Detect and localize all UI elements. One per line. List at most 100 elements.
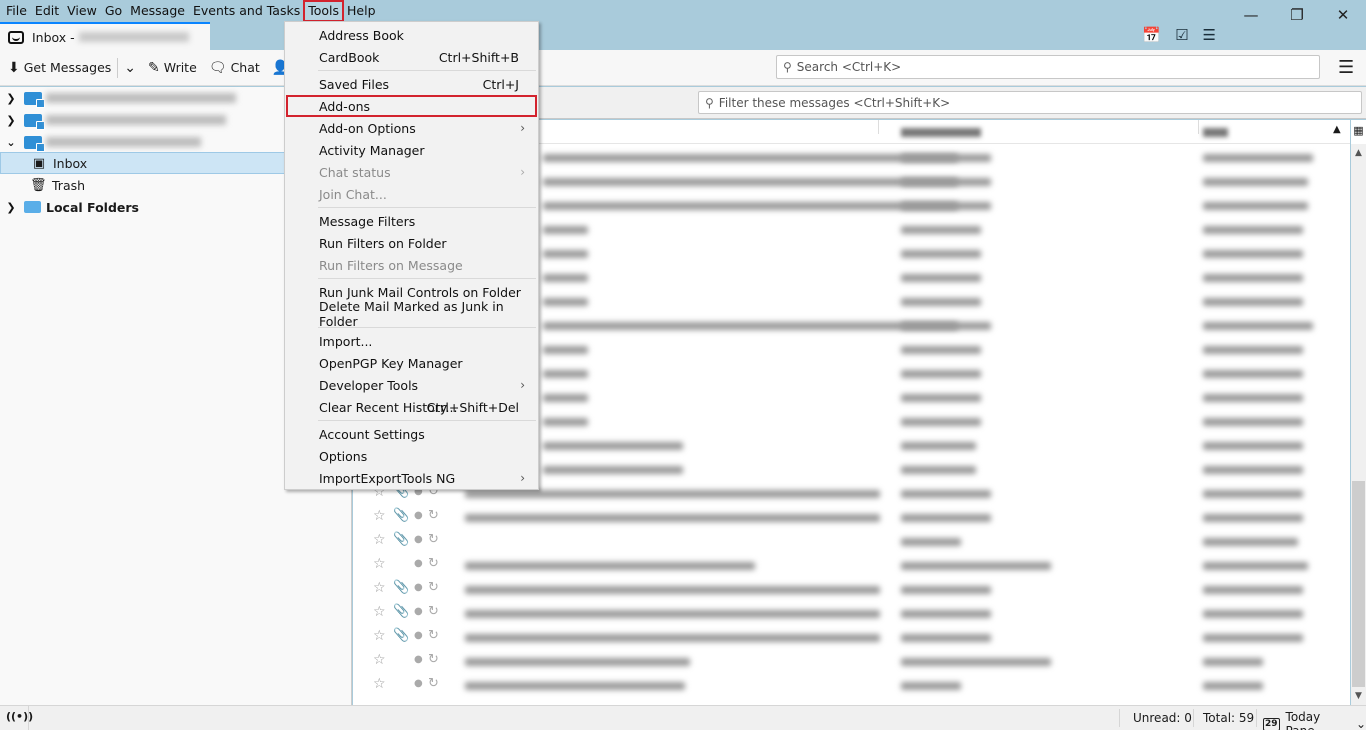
star-icon[interactable]: ☆ <box>373 628 386 644</box>
scroll-up-icon[interactable]: ▲ <box>1351 148 1366 158</box>
junk-status-icon[interactable]: ↻ <box>428 604 439 619</box>
menu-item-import[interactable]: Import... <box>286 330 537 352</box>
menu-item-run-filters-on-folder[interactable]: Run Filters on Folder <box>286 232 537 254</box>
read-status-icon[interactable]: ● <box>414 582 423 593</box>
star-icon[interactable]: ☆ <box>373 604 386 620</box>
menu-item-activity-manager[interactable]: Activity Manager <box>286 139 537 161</box>
menu-item-join-chat: Join Chat... <box>286 183 537 205</box>
redacted-subject <box>465 658 690 666</box>
junk-status-icon[interactable]: ↻ <box>428 676 439 691</box>
chevron-right-icon[interactable]: ❯ <box>4 114 18 127</box>
menu-item-saved-files[interactable]: Saved Files Ctrl+J <box>286 73 537 95</box>
star-icon[interactable]: ☆ <box>373 556 386 572</box>
menu-separator <box>318 327 536 328</box>
menu-item-address-book[interactable]: Address Book <box>286 24 537 46</box>
junk-status-icon[interactable]: ↻ <box>428 508 439 523</box>
global-search-input[interactable]: ⚲ Search <Ctrl+K> <box>776 55 1320 79</box>
scroll-down-icon[interactable]: ▼ <box>1351 691 1366 701</box>
column-correspondents[interactable] <box>901 128 981 137</box>
message-row[interactable]: ☆ 📎 ● ↻ <box>353 505 1350 529</box>
filter-messages-input[interactable]: ⚲ Filter these messages <Ctrl+Shift+K> <box>698 91 1362 114</box>
menu-item-add-ons[interactable]: Add-ons <box>286 95 537 117</box>
chevron-down-icon[interactable]: ⌄ <box>4 136 18 149</box>
junk-status-icon[interactable]: ↻ <box>428 532 439 547</box>
get-messages-dropdown[interactable]: ⌄ <box>124 60 136 76</box>
menu-go[interactable]: Go <box>101 1 126 21</box>
menu-help[interactable]: Help <box>343 1 380 21</box>
redacted-correspondent <box>901 250 981 258</box>
write-button[interactable]: ✎ Write <box>148 60 197 76</box>
junk-status-icon[interactable]: ↻ <box>428 556 439 571</box>
junk-status-icon[interactable]: ↻ <box>428 580 439 595</box>
column-divider[interactable] <box>878 120 879 134</box>
message-row[interactable]: ☆ ● ↻ <box>353 553 1350 577</box>
read-status-icon[interactable]: ● <box>414 510 423 521</box>
star-icon[interactable]: ☆ <box>373 676 386 692</box>
menu-item-account-settings[interactable]: Account Settings <box>286 423 537 445</box>
today-pane-toggle[interactable]: 29 Today Pane ⌄ <box>1263 710 1366 730</box>
redacted-subject <box>543 226 588 234</box>
chevron-right-icon[interactable]: ❯ <box>4 92 18 105</box>
menu-tools[interactable]: Tools <box>303 0 345 22</box>
message-row[interactable]: ☆ 📎 ● ↻ <box>353 625 1350 649</box>
column-picker-icon[interactable]: ▦ <box>1351 120 1366 144</box>
mail-account-icon <box>24 91 45 108</box>
menu-item-clear-recent-history[interactable]: Clear Recent History... Ctrl+Shift+Del <box>286 396 537 418</box>
tab-inbox[interactable]: Inbox - <box>0 22 210 50</box>
message-row[interactable]: ☆ ● ↻ <box>353 673 1350 697</box>
attachment-icon: 📎 <box>393 508 410 523</box>
star-icon[interactable]: ☆ <box>373 580 386 596</box>
menu-file[interactable]: File <box>2 1 31 21</box>
menu-item-developer-tools[interactable]: Developer Tools › <box>286 374 537 396</box>
column-date[interactable] <box>1203 128 1228 137</box>
redacted-correspondent <box>901 562 1051 570</box>
menu-item-delete-mail-marked-as-junk-in-folder[interactable]: Delete Mail Marked as Junk in Folder <box>286 299 537 329</box>
tasks-icon[interactable]: ☑ <box>1175 26 1188 44</box>
junk-status-icon[interactable]: ↻ <box>428 628 439 643</box>
read-status-icon[interactable]: ● <box>414 630 423 641</box>
calendar-icon[interactable]: 📅 <box>1142 26 1161 44</box>
app-menu-icon[interactable]: ☰ <box>1338 57 1354 78</box>
star-icon[interactable]: ☆ <box>373 508 386 524</box>
read-status-icon[interactable]: ● <box>414 678 423 689</box>
menu-item-cardbook[interactable]: CardBook Ctrl+Shift+B <box>286 46 537 68</box>
redacted-account <box>78 32 189 42</box>
calendar-day-icon: 29 <box>1263 717 1280 730</box>
junk-status-icon[interactable]: ↻ <box>428 652 439 667</box>
menu-item-message-filters[interactable]: Message Filters <box>286 210 537 232</box>
redacted-account-name <box>46 115 226 125</box>
redacted-date <box>1203 274 1303 282</box>
chevron-down-icon: ⌄ <box>1355 717 1366 730</box>
star-icon[interactable]: ☆ <box>373 532 386 548</box>
menu-item-chat-status: Chat status › <box>286 161 537 183</box>
read-status-icon[interactable]: ● <box>414 654 423 665</box>
sort-ascending-icon[interactable]: ▲ <box>1333 124 1341 135</box>
redacted-correspondent <box>901 226 981 234</box>
column-divider[interactable] <box>1198 120 1199 134</box>
message-row[interactable]: ☆ 📎 ● ↻ <box>353 601 1350 625</box>
menu-edit[interactable]: Edit <box>31 1 63 21</box>
star-icon[interactable]: ☆ <box>373 652 386 668</box>
read-status-icon[interactable]: ● <box>414 558 423 569</box>
address-book-icon[interactable]: ☰ <box>1203 26 1216 44</box>
read-status-icon[interactable]: ● <box>414 606 423 617</box>
redacted-correspondent <box>901 490 991 498</box>
menu-item-importexporttools-ng[interactable]: ImportExportTools NG › <box>286 467 537 489</box>
message-row[interactable]: ☆ ● ↻ <box>353 649 1350 673</box>
menu-item-add-on-options[interactable]: Add-on Options › <box>286 117 537 139</box>
menu-item-options[interactable]: Options <box>286 445 537 467</box>
message-row[interactable]: ☆ 📎 ● ↻ <box>353 529 1350 553</box>
message-row[interactable]: ☆ 📎 ● ↻ <box>353 577 1350 601</box>
menu-item-openpgp-key-manager[interactable]: OpenPGP Key Manager <box>286 352 537 374</box>
get-messages-button[interactable]: ⬇ Get Messages <box>8 60 111 76</box>
vertical-scrollbar[interactable]: ▲ ▼ <box>1351 144 1366 705</box>
menu-message[interactable]: Message <box>126 1 189 21</box>
chat-button[interactable]: 🗨 Chat <box>209 60 260 76</box>
chevron-right-icon[interactable]: ❯ <box>4 201 18 214</box>
menu-item-label: Address Book <box>319 27 404 43</box>
read-status-icon[interactable]: ● <box>414 534 423 545</box>
scrollbar-thumb[interactable] <box>1352 481 1365 687</box>
menu-view[interactable]: View <box>63 1 101 21</box>
online-status-icon[interactable]: ((•)) <box>6 710 33 723</box>
menu-events-and-tasks[interactable]: Events and Tasks <box>189 1 304 21</box>
